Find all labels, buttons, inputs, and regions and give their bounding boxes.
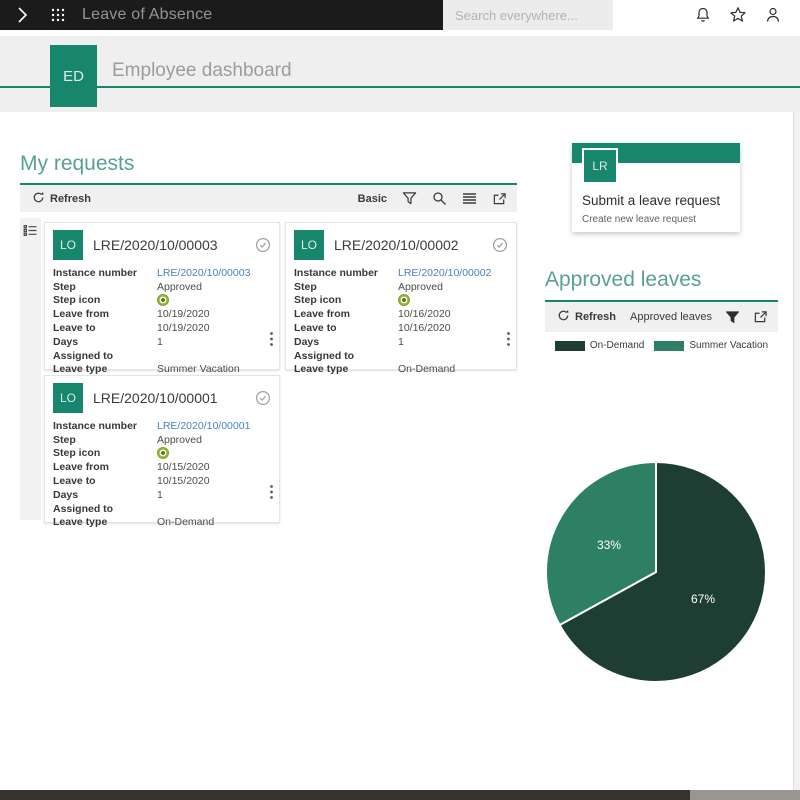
field-row: Assigned to: [53, 502, 271, 516]
approved-leaves-toolbar: Refresh Approved leaves: [545, 302, 778, 332]
chart-legend: On-Demand Summer Vacation: [545, 340, 778, 351]
filter-applied-icon[interactable]: [725, 310, 740, 325]
page-title: Employee dashboard: [112, 60, 292, 82]
field-row: Leave typeOn-Demand: [53, 516, 271, 530]
request-title[interactable]: LRE/2020/10/00001: [93, 390, 218, 406]
legend-item-summer-vacation[interactable]: Summer Vacation: [654, 340, 768, 351]
instance-number-link[interactable]: LRE/2020/10/00003: [157, 267, 250, 279]
refresh-button[interactable]: Refresh: [557, 309, 616, 325]
top-bar-icons: [613, 0, 800, 30]
field-row: Instance numberLRE/2020/10/00002: [294, 266, 508, 280]
card-menu-kebab-icon[interactable]: [269, 331, 274, 347]
process-tile: LO: [53, 383, 83, 413]
process-tile: LO: [53, 230, 83, 260]
field-row: Leave to10/16/2020: [294, 321, 508, 335]
field-row: StepApproved: [294, 280, 508, 294]
field-row: Leave from10/15/2020: [53, 460, 271, 474]
field-row: Leave from10/19/2020: [53, 307, 271, 321]
my-requests-heading: My requests: [20, 152, 134, 176]
field-row: Days1: [53, 488, 271, 502]
step-status-icon: [157, 447, 169, 459]
instance-number-link[interactable]: LRE/2020/10/00002: [398, 267, 491, 279]
request-card[interactable]: LO LRE/2020/10/00003 Instance numberLRE/…: [44, 222, 280, 370]
submit-tile-subtitle: Create new leave request: [582, 214, 696, 225]
legend-swatch: [555, 341, 585, 351]
scroll-gutter[interactable]: [793, 112, 800, 790]
field-row: Leave typeOn-Demand: [294, 363, 508, 377]
table-view-icon[interactable]: [462, 192, 477, 205]
field-row: Step icon: [53, 294, 271, 308]
view-selector[interactable]: Basic: [358, 193, 387, 205]
app-grid-icon[interactable]: [50, 7, 66, 23]
pie-label-67: 67%: [691, 592, 715, 606]
field-row: Days1: [294, 335, 508, 349]
request-card[interactable]: LO LRE/2020/10/00002 Instance numberLRE/…: [285, 222, 517, 370]
search-input[interactable]: [443, 8, 631, 23]
search-box[interactable]: [443, 0, 613, 30]
check-circle-icon[interactable]: [255, 237, 271, 253]
favorites-star-icon[interactable]: [729, 6, 747, 24]
request-title[interactable]: LRE/2020/10/00003: [93, 237, 218, 253]
view-switcher-strip[interactable]: [20, 218, 41, 520]
start-process-tile: LR: [582, 148, 618, 184]
instance-number-link[interactable]: LRE/2020/10/00001: [157, 420, 250, 432]
step-status-icon: [157, 294, 169, 306]
dashboard-tile: ED: [50, 45, 97, 107]
check-circle-icon[interactable]: [492, 237, 508, 253]
pie-label-33: 33%: [597, 538, 621, 552]
search-list-icon[interactable]: [432, 191, 447, 206]
bottom-taskbar-strip-light: [690, 790, 800, 800]
refresh-button[interactable]: Refresh: [32, 191, 91, 207]
field-row: StepApproved: [53, 280, 271, 294]
bottom-taskbar-strip: [0, 790, 690, 800]
field-row: Assigned to: [294, 349, 508, 363]
field-row: Leave to10/15/2020: [53, 474, 271, 488]
open-external-icon[interactable]: [492, 192, 507, 206]
expand-menu-chevron-icon[interactable]: [14, 5, 32, 25]
field-row: Assigned to: [53, 349, 271, 363]
field-row: Instance numberLRE/2020/10/00001: [53, 419, 271, 433]
request-card[interactable]: LO LRE/2020/10/00001 Instance numberLRE/…: [44, 375, 280, 523]
field-row: Step icon: [53, 447, 271, 461]
refresh-icon: [557, 309, 570, 325]
top-bar: Leave of Absence: [0, 0, 800, 30]
profile-person-icon[interactable]: [764, 6, 782, 24]
app-title[interactable]: Leave of Absence: [82, 6, 212, 24]
view-selector[interactable]: Approved leaves: [630, 311, 712, 323]
request-card-grid: LO LRE/2020/10/00003 Instance numberLRE/…: [44, 222, 517, 523]
field-row: Instance numberLRE/2020/10/00003: [53, 266, 271, 280]
notifications-bell-icon[interactable]: [694, 6, 712, 24]
approved-leaves-heading: Approved leaves: [545, 268, 701, 292]
open-external-icon[interactable]: [753, 310, 768, 324]
card-menu-kebab-icon[interactable]: [269, 484, 274, 500]
legend-swatch: [654, 341, 684, 351]
refresh-icon: [32, 191, 45, 207]
my-requests-toolbar: Refresh Basic: [20, 185, 517, 212]
legend-item-on-demand[interactable]: On-Demand: [555, 340, 644, 351]
field-row: Leave to10/19/2020: [53, 321, 271, 335]
compact-list-view-icon[interactable]: [23, 223, 38, 520]
process-tile: LO: [294, 230, 324, 260]
field-row: Days1: [53, 335, 271, 349]
filter-icon[interactable]: [402, 191, 417, 206]
submit-tile-title[interactable]: Submit a leave request: [582, 193, 720, 208]
field-row: Leave from10/16/2020: [294, 307, 508, 321]
check-circle-icon[interactable]: [255, 390, 271, 406]
field-row: Step icon: [294, 294, 508, 308]
approved-leaves-pie-chart[interactable]: 33% 67%: [545, 455, 775, 690]
refresh-label: Refresh: [50, 193, 91, 205]
step-status-icon: [398, 294, 410, 306]
submit-leave-request-tile[interactable]: LR Submit a leave request Create new lea…: [572, 143, 740, 232]
top-bar-dark-zone: Leave of Absence: [0, 0, 443, 30]
field-row: StepApproved: [53, 433, 271, 447]
header-divider: [0, 86, 800, 88]
request-title[interactable]: LRE/2020/10/00002: [334, 237, 459, 253]
refresh-label: Refresh: [575, 311, 616, 323]
card-menu-kebab-icon[interactable]: [506, 331, 511, 347]
